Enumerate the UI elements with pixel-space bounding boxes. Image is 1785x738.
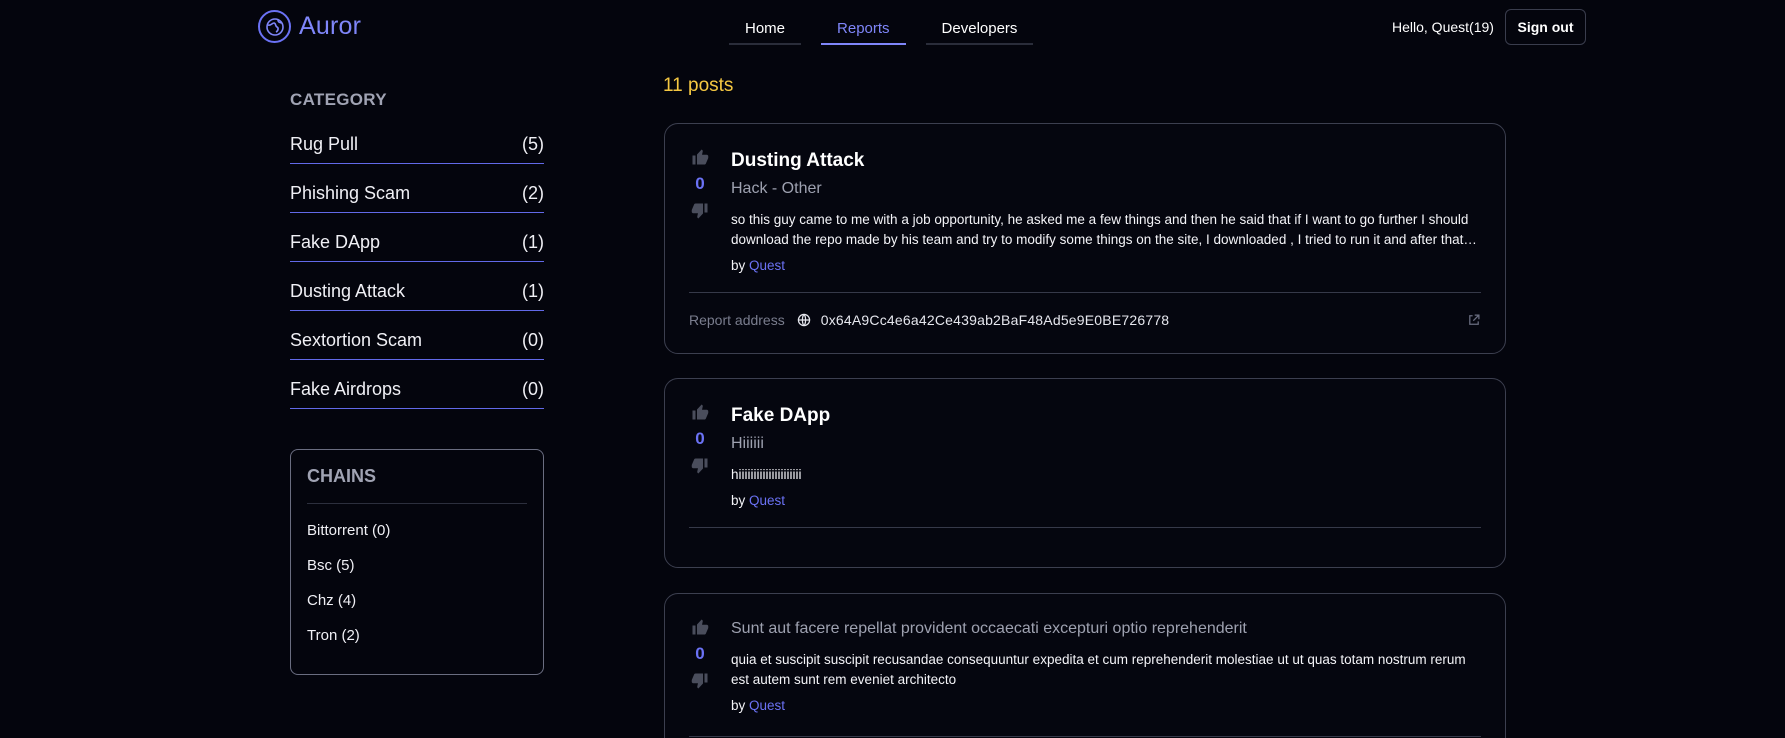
top-header: Auror Home Reports Developers Hello, Que… xyxy=(0,0,1785,56)
vote-count: 0 xyxy=(695,174,705,193)
main-nav: Home Reports Developers xyxy=(729,18,1034,45)
category-item-dusting-attack[interactable]: Dusting Attack (1) xyxy=(290,262,544,311)
post-title[interactable]: Dusting Attack xyxy=(731,150,1481,172)
category-label: Sextortion Scam xyxy=(290,330,423,350)
by-label: by xyxy=(731,258,746,273)
by-label: by xyxy=(731,493,746,508)
category-heading: CATEGORY xyxy=(290,90,387,109)
post-author-line: by Quest xyxy=(731,258,1481,273)
globe-icon xyxy=(797,313,811,327)
thumbs-down-icon[interactable] xyxy=(691,672,709,690)
category-count: (1) xyxy=(522,281,544,301)
globe-icon xyxy=(258,10,291,43)
nav-developers[interactable]: Developers xyxy=(925,18,1034,45)
post-text: so this guy came to me with a job opport… xyxy=(731,212,1469,247)
category-count: (0) xyxy=(522,379,544,399)
post-subtitle: Hiiiiii xyxy=(731,435,764,452)
vote-count: 0 xyxy=(695,429,705,448)
category-count: (2) xyxy=(522,183,544,203)
category-label: Dusting Attack xyxy=(290,281,406,301)
post-card[interactable]: 0 Sunt aut facere repellat provident occ… xyxy=(664,593,1506,738)
category-label: Rug Pull xyxy=(290,134,359,154)
post-title[interactable]: Fake DApp xyxy=(731,405,1481,427)
author-link[interactable]: Quest xyxy=(749,698,785,713)
category-item-fake-dapp[interactable]: Fake DApp (1) xyxy=(290,213,544,262)
category-item-rug-pull[interactable]: Rug Pull (5) xyxy=(290,133,544,164)
nav-reports[interactable]: Reports xyxy=(821,18,906,45)
author-link[interactable]: Quest xyxy=(749,493,785,508)
post-content: Dusting Attack Hack - Other so this guy … xyxy=(731,150,1481,273)
post-card[interactable]: 0 Fake DApp Hiiiiii hiiiiiiiiiiiiiiiiiii… xyxy=(664,378,1506,568)
category-label: Phishing Scam xyxy=(290,183,411,203)
report-address-label: Report address xyxy=(689,312,785,328)
thumbs-up-icon[interactable] xyxy=(691,148,709,166)
chains-panel: CHAINS Bittorrent (0) Bsc (5) Chz (4) Tr… xyxy=(290,449,544,675)
vote-control: 0 xyxy=(689,403,711,475)
thumbs-down-icon[interactable] xyxy=(691,457,709,475)
category-count: (1) xyxy=(522,232,544,252)
category-item-phishing-scam[interactable]: Phishing Scam (2) xyxy=(290,164,544,213)
app-logo[interactable]: Auror xyxy=(258,10,361,43)
chain-item-bittorrent[interactable]: Bittorrent (0) xyxy=(307,522,527,539)
vote-count: 0 xyxy=(695,644,705,663)
category-item-fake-airdrops[interactable]: Fake Airdrops (0) xyxy=(290,360,544,409)
category-label: Fake DApp xyxy=(290,232,381,252)
post-count: 11 posts xyxy=(663,75,734,96)
post-text: quia et suscipit suscipit recusandae con… xyxy=(731,652,1466,687)
post-content: Fake DApp Hiiiiii hiiiiiiiiiiiiiiiiiiiii… xyxy=(731,405,1481,508)
post-content: Sunt aut facere repellat provident occae… xyxy=(731,620,1481,713)
vote-control: 0 xyxy=(689,618,711,690)
post-card[interactable]: 0 Dusting Attack Hack - Other so this gu… xyxy=(664,123,1506,354)
nav-home[interactable]: Home xyxy=(729,18,802,45)
by-label: by xyxy=(731,698,746,713)
chains-heading: CHAINS xyxy=(307,466,527,504)
chain-item-chz[interactable]: Chz (4) xyxy=(307,592,527,609)
category-count: (5) xyxy=(522,134,544,154)
post-author-line: by Quest xyxy=(731,493,1481,508)
post-subtitle: Hack - Other xyxy=(731,180,822,197)
divider xyxy=(689,292,1481,293)
report-address-value: 0x64A9Cc4e6a42Ce439ab2BaF48Ad5e9E0BE7267… xyxy=(820,312,1170,328)
category-count: (0) xyxy=(522,330,544,350)
author-link[interactable]: Quest xyxy=(749,258,785,273)
category-label: Fake Airdrops xyxy=(290,379,402,399)
user-greeting: Hello, Quest(19) xyxy=(1392,19,1494,35)
thumbs-up-icon[interactable] xyxy=(691,403,709,421)
vote-control: 0 xyxy=(689,148,711,220)
app-name: Auror xyxy=(299,12,362,40)
report-address-row: Report address 0x64A9Cc4e6a42Ce439ab2BaF… xyxy=(689,312,1481,328)
chain-item-tron[interactable]: Tron (2) xyxy=(307,627,527,644)
thumbs-up-icon[interactable] xyxy=(691,618,709,636)
sign-out-button[interactable]: Sign out xyxy=(1505,9,1586,45)
post-text: hiiiiiiiiiiiiiiiiiiiii xyxy=(731,467,802,482)
category-list: Rug Pull (5) Phishing Scam (2) Fake DApp… xyxy=(290,133,544,409)
chain-item-bsc[interactable]: Bsc (5) xyxy=(307,557,527,574)
external-link-icon[interactable] xyxy=(1467,313,1481,327)
divider xyxy=(689,736,1481,737)
post-author-line: by Quest xyxy=(731,698,1481,713)
thumbs-down-icon[interactable] xyxy=(691,202,709,220)
divider xyxy=(689,527,1481,528)
post-subtitle: Sunt aut facere repellat provident occae… xyxy=(731,620,1247,637)
category-item-sextortion-scam[interactable]: Sextortion Scam (0) xyxy=(290,311,544,360)
